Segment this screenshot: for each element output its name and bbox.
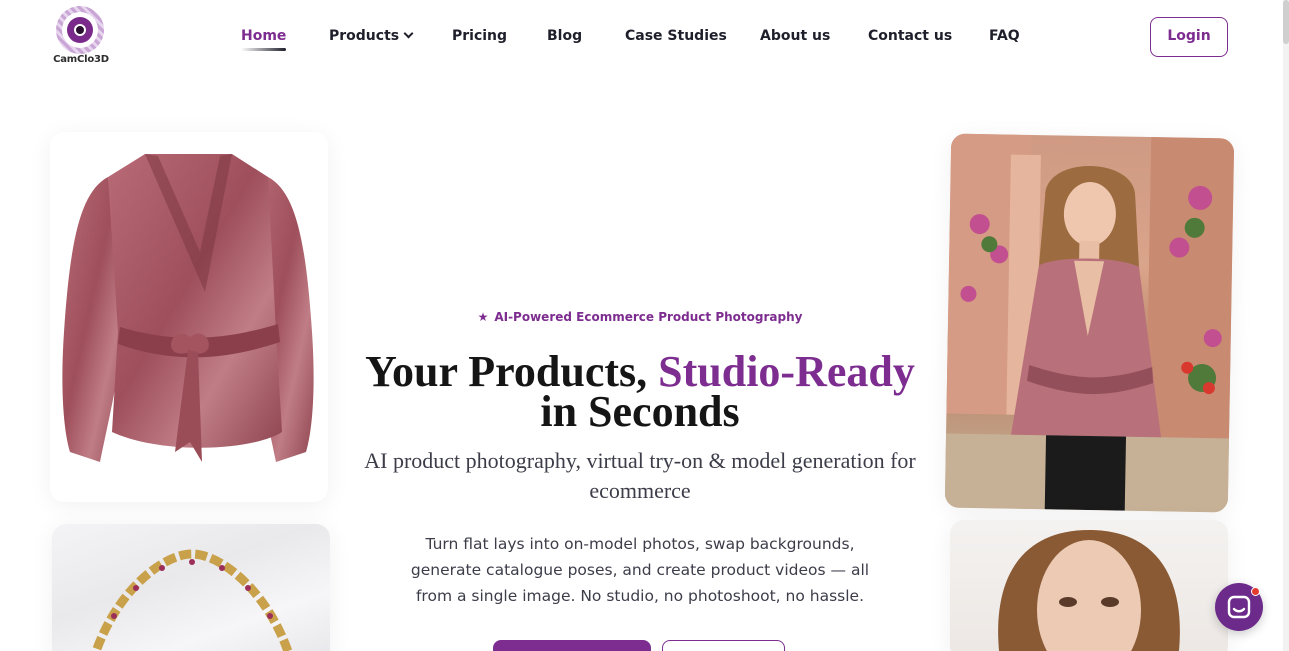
portrait-illustration [998, 530, 1180, 651]
active-underline [241, 48, 287, 51]
chat-launcher-button[interactable] [1215, 583, 1263, 631]
chevron-down-icon [403, 28, 414, 39]
nav-item-faq[interactable]: FAQ [989, 26, 1020, 46]
product-image-blouse [50, 132, 328, 502]
model-illustration [944, 133, 1235, 513]
secondary-cta-button[interactable] [662, 640, 785, 651]
nav-label: FAQ [989, 28, 1020, 44]
brand-name: CamClo3D [53, 54, 109, 65]
nav-label: Pricing [452, 28, 508, 44]
nav-item-case-studies[interactable]: Case Studies [625, 26, 727, 46]
nav-item-home[interactable]: Home [241, 26, 287, 51]
nav-label: About us [760, 28, 831, 44]
model-photo-blouse [944, 133, 1235, 513]
nav-item-about-us[interactable]: About us [760, 26, 830, 46]
site-header: CamClo3D Home Products Pricing Blog Case… [0, 0, 1283, 80]
necklace-illustration [91, 549, 293, 651]
page-scrollbar[interactable] [1283, 0, 1289, 651]
nav-item-pricing[interactable]: Pricing [452, 26, 507, 46]
nav-label: Contact us [868, 28, 953, 44]
badge-text: AI-Powered Ecommerce Product Photography [494, 310, 803, 324]
nav-label: Case Studies [625, 28, 727, 44]
nav-item-products[interactable]: Products [329, 26, 414, 46]
star-icon: ★ [477, 310, 489, 324]
product-image-necklace [52, 524, 330, 651]
primary-cta-button[interactable] [493, 640, 651, 651]
nav-label: Products [329, 28, 400, 44]
hero-subheadline: AI product photography, virtual try-on &… [364, 448, 916, 503]
model-photo-portrait [950, 520, 1228, 651]
hero-description: Turn flat lays into on-model photos, swa… [410, 535, 870, 605]
hero-badge: ★ AI-Powered Ecommerce Product Photograph… [340, 310, 940, 324]
headline-part2: in Seconds [540, 387, 740, 436]
hero-headline: Your Products, Studio-Ready in Seconds [340, 350, 940, 434]
nav-item-blog[interactable]: Blog [547, 26, 582, 46]
blouse-illustration [62, 154, 314, 462]
nav-item-contact-us[interactable]: Contact us [868, 26, 952, 46]
main-nav: Home Products Pricing Blog Case Studies … [0, 26, 1100, 51]
notification-dot [1251, 587, 1260, 596]
login-button[interactable]: Login [1150, 17, 1228, 57]
scrollbar-thumb[interactable] [1283, 0, 1289, 44]
nav-label: Home [241, 28, 287, 44]
nav-label: Blog [547, 28, 583, 44]
